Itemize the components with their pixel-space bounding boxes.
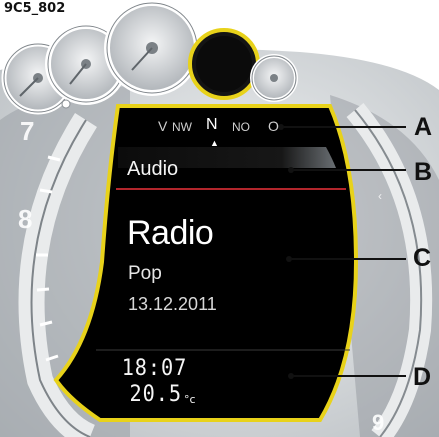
small-gauge-right — [250, 54, 298, 102]
compass-northeast: NO — [232, 120, 250, 134]
menu-header: Audio — [127, 158, 179, 180]
cluster-artwork: 7 8 ‹ 9 — [0, 0, 439, 437]
station-genre: Pop — [128, 263, 162, 284]
speedometer-numeral-7: 7 — [20, 116, 34, 146]
svg-text:‹: ‹ — [378, 189, 382, 203]
large-gauge — [104, 0, 200, 96]
temperature-readout: 20.5 — [129, 382, 182, 407]
heading-marker-icon: ▲ — [210, 138, 219, 148]
callout-c: C — [412, 244, 432, 272]
clock-readout: 18:07 — [121, 356, 187, 381]
callout-a: A — [413, 113, 433, 141]
date-readout: 13.12.2011 — [128, 294, 217, 314]
compass-left-edge: V — [158, 118, 168, 134]
callout-b: B — [413, 158, 433, 186]
compass-right-edge: O — [268, 118, 279, 134]
compass-northwest: NW — [172, 120, 192, 134]
callout-d: D — [412, 363, 432, 391]
temperature-unit: °c — [184, 393, 196, 406]
black-indicator-gauge — [188, 28, 260, 100]
compass-north: N — [206, 116, 218, 133]
instrument-cluster: 7 8 ‹ 9 9C5_802 V NW N NO O ▲ Audio Radi… — [0, 0, 439, 437]
menu-title: Radio — [127, 214, 214, 252]
figure-code: 9C5_802 — [4, 1, 66, 16]
svg-text:9: 9 — [372, 410, 384, 435]
speedometer-numeral-8: 8 — [18, 204, 32, 234]
